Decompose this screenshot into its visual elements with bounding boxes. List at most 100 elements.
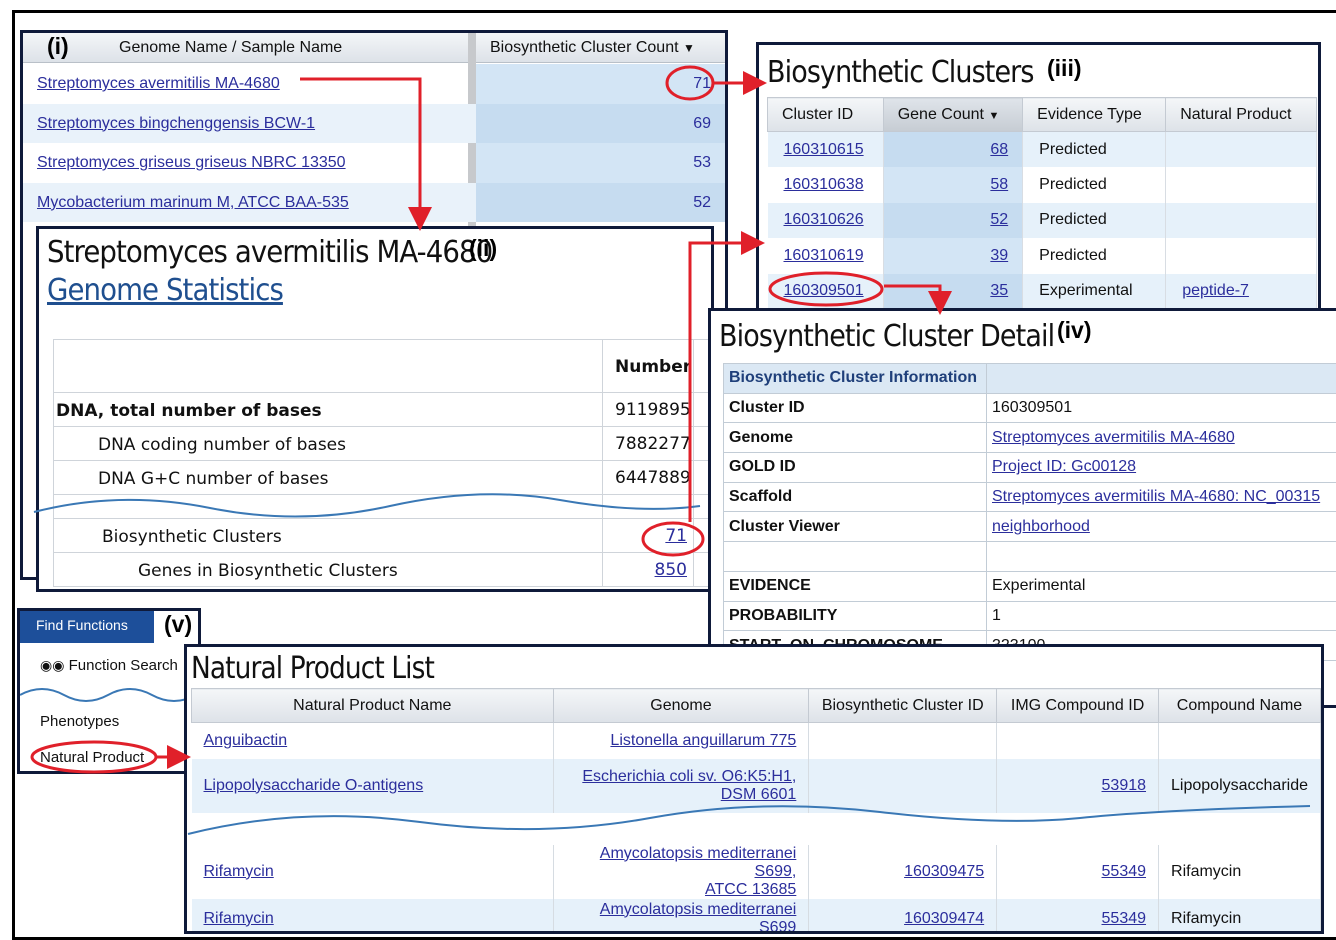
stat-value: 7882277 bbox=[602, 427, 694, 460]
column-header-gene-count-label: Gene Count bbox=[898, 106, 984, 123]
genome-link[interactable]: Streptomyces griseus griseus NBRC 13350 bbox=[37, 154, 346, 172]
detail-value: Experimental bbox=[987, 571, 1336, 601]
column-header-natural-product[interactable]: Natural Product bbox=[1166, 98, 1317, 132]
column-header-cluster-id[interactable]: Biosynthetic Cluster ID bbox=[809, 689, 997, 723]
genome-link[interactable]: Amycolatopsis mediterranei S699, bbox=[600, 845, 797, 880]
cluster-viewer-link[interactable]: neighborhood bbox=[992, 518, 1090, 535]
column-header-genome-name[interactable]: Genome Name / Sample Name bbox=[119, 39, 342, 57]
sort-desc-icon[interactable]: ▼ bbox=[988, 110, 999, 122]
cluster-id-link[interactable]: 160309475 bbox=[904, 863, 984, 880]
genome-link[interactable]: Streptomyces avermitilis MA-4680 bbox=[37, 75, 280, 93]
cluster-id-link[interactable]: 160310626 bbox=[784, 211, 864, 228]
cluster-count-value[interactable]: 71 bbox=[693, 75, 711, 93]
panel-title: Natural Product List bbox=[191, 651, 434, 686]
tab-find-functions[interactable]: Find Functions bbox=[20, 611, 154, 643]
genome-link[interactable]: Streptomyces avermitilis MA-4680 bbox=[992, 429, 1235, 446]
detail-row: Cluster Viewerneighborhood bbox=[724, 512, 1336, 542]
genome-statistics-link[interactable]: Genome Statistics bbox=[47, 273, 283, 308]
natural-product-table: Natural Product Name Genome Biosynthetic… bbox=[191, 688, 1321, 934]
natural-product-link[interactable]: peptide-7 bbox=[1182, 282, 1249, 299]
table-row: Rifamycin Amycolatopsis mediterranei S69… bbox=[192, 845, 1321, 899]
panel-tag-i: (i) bbox=[47, 33, 69, 60]
evidence-type: Predicted bbox=[1023, 132, 1166, 168]
detail-row: Genome Streptomyces avermitilis MA-4680 bbox=[724, 423, 1336, 453]
genome-link[interactable]: Amycolatopsis mediterranei S699 bbox=[600, 901, 797, 935]
cluster-detail-table: Biosynthetic Cluster Information Cluster… bbox=[723, 363, 1336, 661]
table-row: 160310638 58 Predicted bbox=[768, 167, 1317, 203]
column-header-compound-name[interactable]: Compound Name bbox=[1159, 689, 1321, 723]
natural-product-link[interactable]: Rifamycin bbox=[204, 863, 274, 880]
biosynthetic-clusters-count-link[interactable]: 71 bbox=[665, 526, 687, 546]
genome-link[interactable]: Mycobacterium marinum M, ATCC BAA-535 bbox=[37, 194, 349, 212]
table-row-break bbox=[54, 494, 714, 518]
genome-link[interactable]: Escherichia coli sv. O6:K5:H1, bbox=[582, 768, 796, 785]
cluster-id-link[interactable]: 160310638 bbox=[784, 176, 864, 193]
compound-id-link[interactable]: 53918 bbox=[1102, 777, 1147, 794]
continuation-wave bbox=[20, 683, 201, 705]
empty-cell bbox=[192, 813, 1321, 845]
natural-product-link[interactable]: Anguibactin bbox=[204, 732, 288, 749]
column-header-evidence-type[interactable]: Evidence Type bbox=[1023, 98, 1166, 132]
section-header: Biosynthetic Cluster Information bbox=[724, 364, 987, 394]
menu-item-phenotypes[interactable]: Phenotypes bbox=[40, 713, 119, 730]
clusters-table: Cluster ID Gene Count ▼ Evidence Type Na… bbox=[767, 97, 1317, 309]
table-row: 160309501 35 Experimental peptide-7 bbox=[768, 274, 1317, 310]
natural-product-link[interactable]: Rifamycin bbox=[204, 910, 274, 927]
table-header-row: Number bbox=[54, 340, 714, 392]
gene-count-link[interactable]: 52 bbox=[990, 211, 1008, 228]
detail-key: Scaffold bbox=[724, 482, 987, 512]
column-header-genome[interactable]: Genome bbox=[553, 689, 809, 723]
genome-link[interactable]: DSM 6601 bbox=[721, 786, 797, 803]
table-row: Streptomyces bingchenggensis BCW-1 69 bbox=[23, 104, 725, 144]
genes-in-clusters-count-link[interactable]: 850 bbox=[655, 560, 687, 580]
cluster-count-value[interactable]: 69 bbox=[693, 115, 711, 133]
empty-cell bbox=[602, 495, 694, 518]
cluster-id-link[interactable]: 160310619 bbox=[784, 247, 864, 264]
stat-label: Biosynthetic Clusters bbox=[102, 527, 282, 547]
cluster-count-value[interactable]: 53 bbox=[693, 154, 711, 172]
stat-label: DNA, total number of bases bbox=[56, 401, 322, 421]
table-row: 160310626 52 Predicted bbox=[768, 203, 1317, 239]
detail-key: PROBABILITY bbox=[724, 601, 987, 631]
genome-link[interactable]: Streptomyces bingchenggensis BCW-1 bbox=[37, 115, 315, 133]
column-header-cluster-count[interactable]: Biosynthetic Cluster Count ▼ bbox=[490, 39, 695, 57]
column-header-gene-count[interactable]: Gene Count ▼ bbox=[883, 98, 1022, 132]
gene-count-link[interactable]: 35 bbox=[990, 282, 1008, 299]
cluster-id-link[interactable]: 160309474 bbox=[904, 910, 984, 927]
gold-id-link[interactable]: Project ID: Gc00128 bbox=[992, 458, 1136, 475]
column-header-number: Number bbox=[602, 340, 694, 392]
detail-key: Genome bbox=[724, 423, 987, 453]
table-row: 160310619 39 Predicted bbox=[768, 238, 1317, 274]
menu-item-natural-product[interactable]: Natural Product bbox=[40, 749, 144, 766]
stat-label: Genes in Biosynthetic Clusters bbox=[138, 561, 398, 581]
genome-link[interactable]: Listonella anguillarum 775 bbox=[610, 732, 796, 749]
natural-product-list-panel: Natural Product List Natural Product Nam… bbox=[184, 644, 1324, 934]
column-header-natural-product-name[interactable]: Natural Product Name bbox=[192, 689, 554, 723]
gene-count-link[interactable]: 58 bbox=[990, 176, 1008, 193]
stat-value: 6447889 bbox=[602, 461, 694, 494]
table-row: Genes in Biosynthetic Clusters 850 bbox=[54, 552, 714, 586]
table-row: Rifamycin Amycolatopsis mediterranei S69… bbox=[192, 899, 1321, 935]
menu-item-function-search[interactable]: ◉◉ Function Search bbox=[40, 657, 178, 674]
evidence-type: Experimental bbox=[1023, 274, 1166, 310]
compound-name: Rifamycin bbox=[1159, 845, 1321, 899]
column-header-cluster-id[interactable]: Cluster ID bbox=[768, 98, 884, 132]
detail-value bbox=[987, 542, 1336, 572]
natural-product-link[interactable]: Lipopolysaccharide O-antigens bbox=[204, 777, 424, 794]
detail-row: Cluster ID160309501 bbox=[724, 393, 1336, 423]
compound-id-link[interactable]: 55349 bbox=[1102, 910, 1147, 927]
genome-link[interactable]: ATCC 13685 bbox=[705, 881, 796, 898]
gene-count-link[interactable]: 68 bbox=[990, 141, 1008, 158]
panel-title: Biosynthetic Clusters bbox=[767, 55, 1034, 90]
cluster-count-value[interactable]: 52 bbox=[693, 194, 711, 212]
sort-desc-icon[interactable]: ▼ bbox=[683, 41, 695, 55]
gene-count-link[interactable]: 39 bbox=[990, 247, 1008, 264]
compound-id-link[interactable]: 55349 bbox=[1102, 863, 1147, 880]
cluster-id-link[interactable]: 160310615 bbox=[784, 141, 864, 158]
scaffold-link[interactable]: Streptomyces avermitilis MA-4680: NC_003… bbox=[992, 488, 1320, 505]
stat-value: 9119895 bbox=[602, 393, 694, 426]
menu-item-label: Function Search bbox=[69, 657, 178, 674]
cluster-id-link[interactable]: 160309501 bbox=[784, 282, 864, 299]
column-header-compound-id[interactable]: IMG Compound ID bbox=[997, 689, 1159, 723]
detail-row bbox=[724, 542, 1336, 572]
